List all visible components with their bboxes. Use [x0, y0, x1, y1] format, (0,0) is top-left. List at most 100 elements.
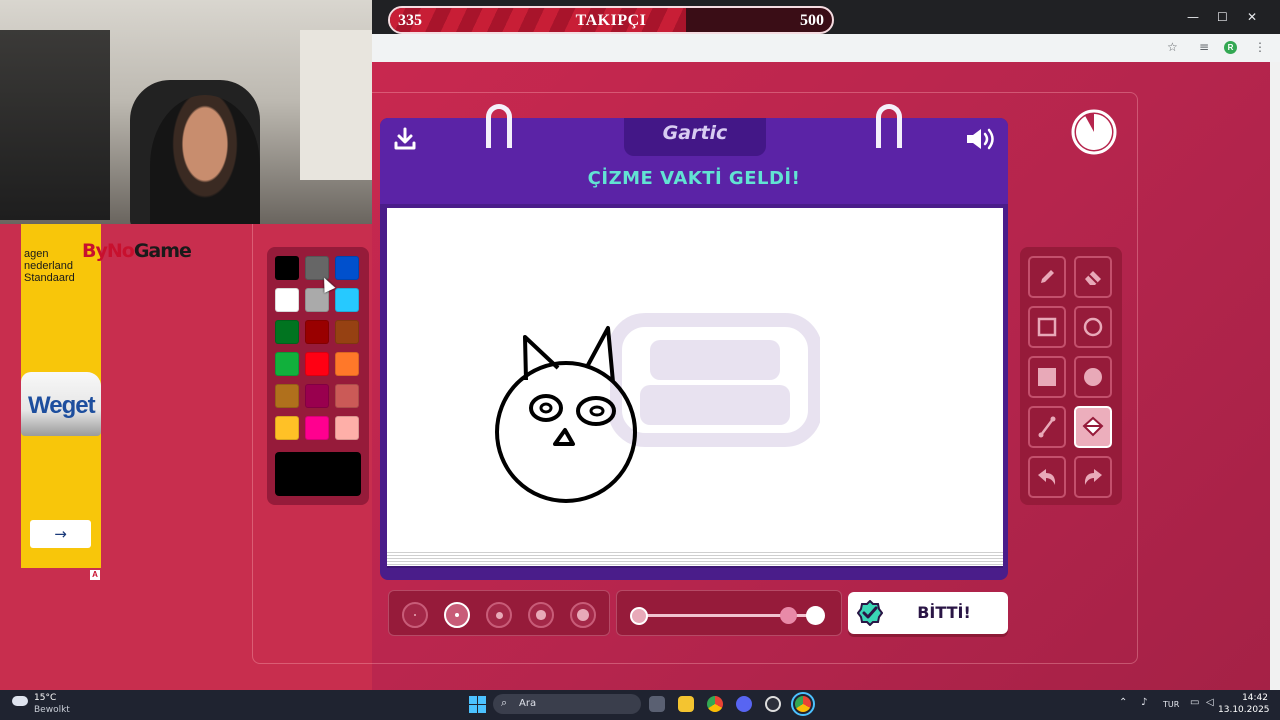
undo-icon: [1038, 469, 1056, 485]
ellipse-filled-tool[interactable]: [1074, 356, 1112, 398]
round-timer: [1071, 109, 1117, 155]
webcam-shelf: [0, 30, 110, 220]
gartic-logo: Gartic: [662, 122, 728, 144]
color-swatch[interactable]: [275, 256, 299, 280]
maximize-icon[interactable]: ☐: [1217, 10, 1228, 24]
clock-date[interactable]: 13.10.2025: [1218, 705, 1270, 715]
discord-icon[interactable]: [736, 696, 752, 712]
profile-avatar[interactable]: R: [1224, 41, 1237, 54]
clock-time[interactable]: 14:42: [1230, 693, 1268, 703]
brush-size-dot: [454, 612, 460, 618]
redo-tool[interactable]: [1074, 456, 1112, 498]
current-color-preview: [275, 452, 361, 496]
eraser-tool[interactable]: [1074, 256, 1112, 298]
chevron-up-icon[interactable]: ⌃: [1119, 697, 1127, 708]
cat-drawing: [495, 326, 637, 503]
notebook-pages: [387, 550, 1003, 568]
color-swatch[interactable]: [335, 256, 359, 280]
brush-size-dot: [577, 609, 589, 621]
minimize-icon[interactable]: —: [1187, 10, 1199, 24]
cloud-icon[interactable]: [12, 696, 28, 706]
obs-icon[interactable]: [765, 696, 781, 712]
pencil-icon: [1041, 270, 1054, 283]
chrome-active-icon[interactable]: [791, 692, 815, 716]
speaker-tray-icon[interactable]: ◁: [1206, 697, 1214, 708]
more-menu-icon[interactable]: ⋮: [1254, 40, 1266, 54]
task-view-icon[interactable]: [649, 696, 665, 712]
color-swatch[interactable]: [335, 384, 359, 408]
weather-temperature[interactable]: 15°C: [34, 693, 56, 703]
file-explorer-icon[interactable]: [678, 696, 694, 712]
color-swatch[interactable]: [305, 416, 329, 440]
webcam-window: [300, 30, 372, 180]
rectangle-filled-tool[interactable]: [1028, 356, 1066, 398]
follower-goal-target: 500: [800, 12, 824, 29]
page-scrollbar[interactable]: [1270, 62, 1280, 690]
ad-arrow-button[interactable]: →: [30, 520, 91, 548]
network-icon[interactable]: ▭: [1190, 697, 1199, 708]
redo-icon: [1084, 469, 1102, 485]
pencil-tool[interactable]: [1028, 256, 1066, 298]
rectangle-outline-tool[interactable]: [1028, 306, 1066, 348]
taskbar-search-placeholder[interactable]: Ara: [519, 698, 536, 709]
opacity-max-indicator: [806, 606, 825, 625]
ad-car-text: Weget: [28, 392, 96, 419]
color-swatch[interactable]: [305, 384, 329, 408]
color-swatch[interactable]: [305, 320, 329, 344]
color-swatch[interactable]: [275, 320, 299, 344]
opacity-min-indicator: [630, 607, 648, 625]
color-swatch[interactable]: [275, 384, 299, 408]
ellipse-outline-icon: [1083, 317, 1103, 337]
fill-bucket-icon: [1082, 416, 1104, 437]
line-tool[interactable]: [1028, 406, 1066, 448]
eraser-icon: [1085, 271, 1101, 285]
rectangle-outline-icon: [1037, 317, 1057, 337]
color-swatch[interactable]: [275, 288, 299, 312]
color-swatch[interactable]: [275, 352, 299, 376]
brush-size-dot: [536, 610, 546, 620]
opacity-slider-handle[interactable]: [780, 607, 797, 624]
brush-size-button[interactable]: [402, 602, 428, 628]
ad-text-line: Standaard: [24, 272, 75, 284]
color-swatch[interactable]: [275, 416, 299, 440]
line-icon: [1038, 416, 1056, 438]
tab-search-icon[interactable]: ≡: [1199, 40, 1209, 54]
brush-size-dot: [495, 611, 503, 619]
microphone-icon[interactable]: ♪: [1141, 697, 1147, 708]
bookmark-star-icon[interactable]: ☆: [1167, 40, 1178, 54]
color-swatch[interactable]: [335, 320, 359, 344]
color-swatch[interactable]: [335, 352, 359, 376]
ad-choices-icon[interactable]: A: [90, 570, 100, 580]
taskbar-search[interactable]: [493, 694, 641, 714]
weather-description[interactable]: Bewolkt: [34, 705, 70, 715]
fill-bucket-tool[interactable]: [1074, 406, 1112, 448]
browser-toolbar: [372, 34, 1280, 62]
ellipse-outline-tool[interactable]: [1074, 306, 1112, 348]
ad-logo: ByNoGame: [82, 240, 192, 262]
brush-size-button[interactable]: [528, 602, 554, 628]
brush-size-button[interactable]: [486, 602, 512, 628]
brush-size-button[interactable]: [570, 602, 596, 628]
color-swatch[interactable]: [335, 288, 359, 312]
done-button-label[interactable]: BİTTİ!: [880, 603, 1008, 622]
color-swatch[interactable]: [305, 352, 329, 376]
follower-goal-bar: 335 TAKIPÇI 500: [388, 6, 834, 34]
webcam-feed: [0, 0, 372, 224]
notebook-ring: [876, 104, 902, 148]
chrome-icon[interactable]: [707, 696, 723, 712]
download-icon[interactable]: [392, 126, 418, 152]
notebook-ring: [486, 104, 512, 148]
undo-tool[interactable]: [1028, 456, 1066, 498]
webcam-person: [150, 95, 260, 224]
ad-text-line: agen: [24, 248, 49, 260]
follower-goal-label: TAKIPÇI: [575, 12, 647, 29]
ad-text-line: nederland: [24, 260, 73, 272]
search-icon: ⌕: [501, 696, 508, 709]
language-indicator[interactable]: TUR: [1163, 700, 1179, 709]
speaker-icon[interactable]: [964, 126, 998, 152]
color-swatch[interactable]: [335, 416, 359, 440]
brush-size-button[interactable]: [444, 602, 470, 628]
close-icon[interactable]: ✕: [1247, 10, 1257, 24]
windows-start-icon[interactable]: [469, 696, 486, 713]
ellipse-filled-icon: [1084, 368, 1102, 386]
